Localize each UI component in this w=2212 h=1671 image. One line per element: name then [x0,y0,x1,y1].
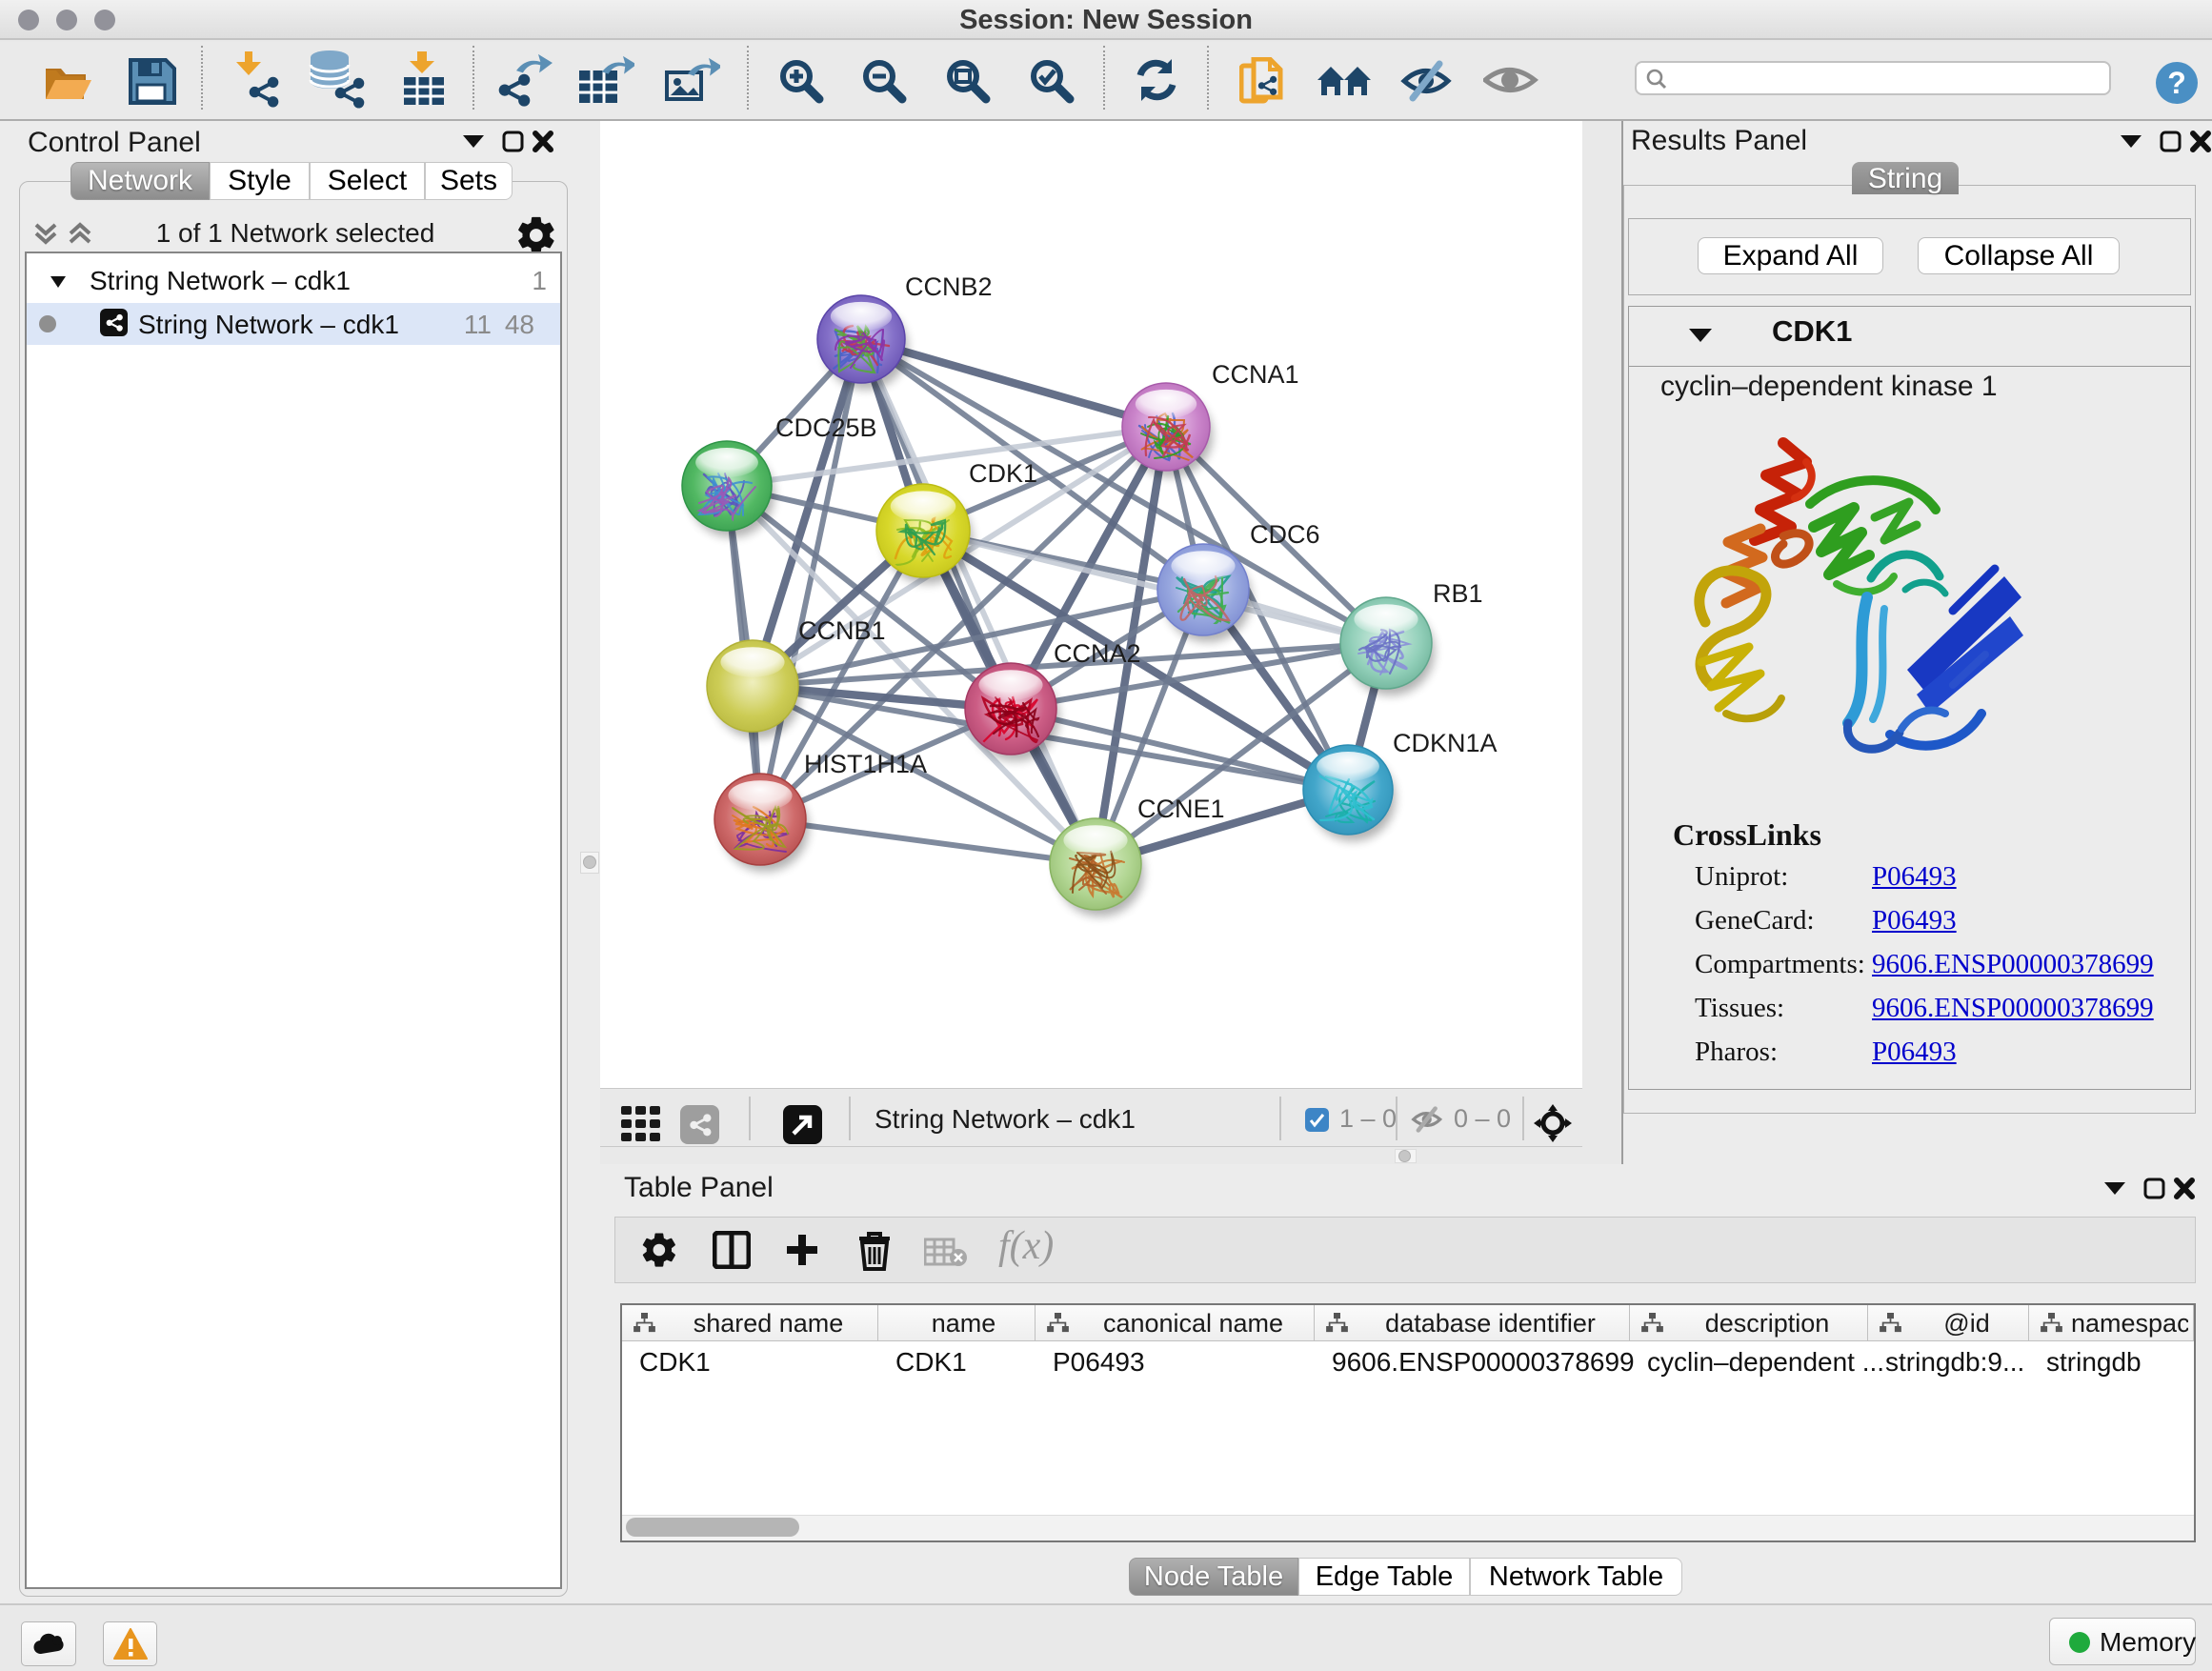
svg-text:CDK1: CDK1 [969,459,1037,488]
svg-text:CDKN1A: CDKN1A [1393,729,1498,757]
svg-text:CDC25B: CDC25B [775,413,877,442]
svg-text:CCNA2: CCNA2 [1054,639,1141,668]
svg-text:?: ? [2167,66,2186,100]
svg-text:CCNB2: CCNB2 [905,272,993,301]
svg-text:CCNA1: CCNA1 [1212,360,1299,389]
svg-text:CDC6: CDC6 [1250,520,1320,549]
svg-text:CCNB1: CCNB1 [798,616,886,645]
svg-text:RB1: RB1 [1433,579,1483,608]
svg-text:CCNE1: CCNE1 [1137,795,1225,823]
svg-text:HIST1H1A: HIST1H1A [804,750,927,778]
